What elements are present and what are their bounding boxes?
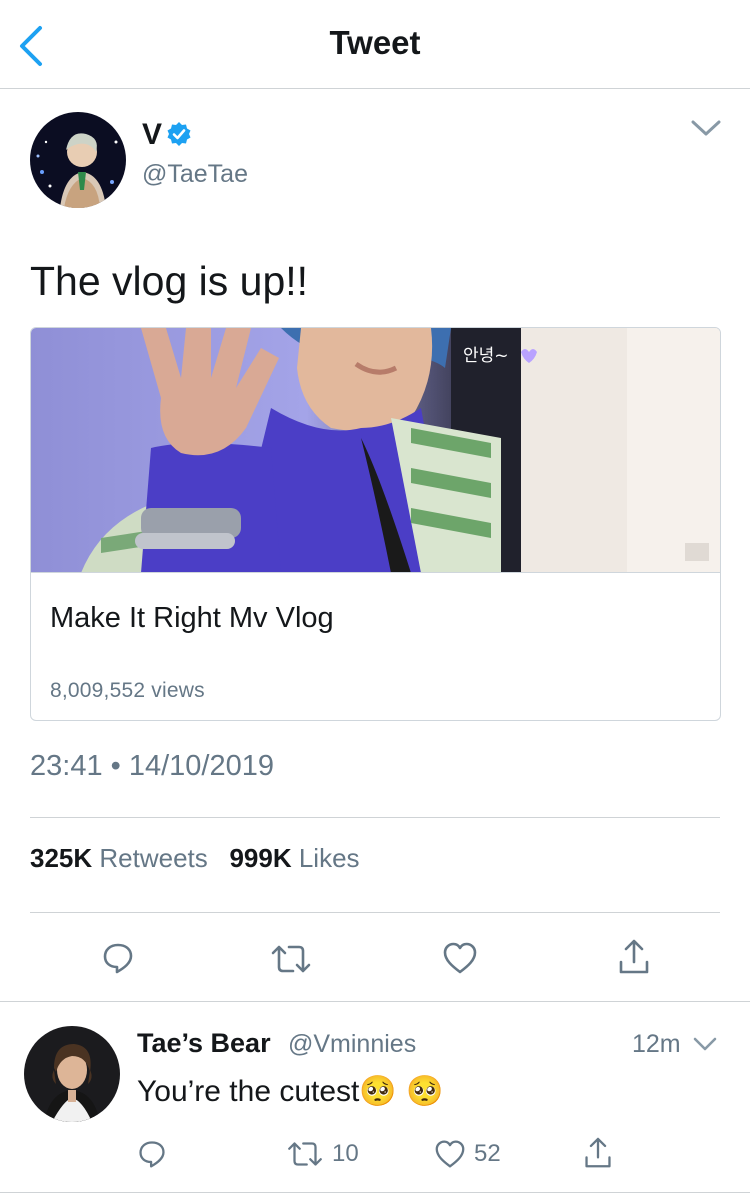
reply-emoji: 🥺 🥺 bbox=[359, 1074, 444, 1109]
retweet-button[interactable] bbox=[270, 940, 312, 978]
like-button[interactable] bbox=[440, 938, 480, 978]
video-link-card[interactable]: 안녕~ Make It Right Mv Vlog 8,009,552 view… bbox=[30, 327, 721, 721]
retweet-icon bbox=[271, 945, 311, 973]
chevron-down-icon bbox=[691, 120, 721, 136]
share-icon bbox=[585, 1137, 611, 1168]
tweet-timestamp[interactable]: 23:41 • 14/10/2019 bbox=[30, 750, 274, 783]
reply-time: 12m bbox=[632, 1030, 681, 1058]
verified-badge-icon bbox=[166, 121, 192, 147]
retweet-icon bbox=[288, 1142, 322, 1166]
reply-like-count: 52 bbox=[474, 1140, 501, 1167]
reply-options-button[interactable] bbox=[692, 1034, 718, 1054]
bottom-separator bbox=[0, 1192, 750, 1193]
author-name[interactable]: V bbox=[142, 118, 162, 152]
tweet-text: The vlog is up!! bbox=[30, 258, 309, 304]
chevron-down-icon bbox=[693, 1037, 717, 1051]
share-icon bbox=[619, 939, 649, 974]
divider bbox=[30, 817, 720, 818]
reply-button[interactable] bbox=[98, 938, 138, 978]
reply-author-handle[interactable]: @Vminnies bbox=[288, 1030, 416, 1059]
reply-author-avatar[interactable] bbox=[24, 1026, 120, 1122]
reply-text-line: You’re the cutest🥺 🥺 bbox=[137, 1074, 444, 1109]
engagement-stats: 325K Retweets 999K Likes bbox=[30, 843, 360, 874]
video-thumbnail[interactable]: 안녕~ bbox=[31, 328, 720, 573]
tweet-options-button[interactable] bbox=[690, 116, 722, 140]
reply-icon bbox=[103, 943, 133, 974]
section-separator bbox=[0, 1001, 750, 1002]
reply-retweet-count: 10 bbox=[332, 1140, 359, 1167]
card-view-count: 8,009,552 views bbox=[50, 679, 205, 702]
divider bbox=[30, 912, 720, 913]
author-avatar[interactable] bbox=[30, 112, 126, 208]
like-icon bbox=[435, 1140, 465, 1168]
overlay-text: 안녕~ bbox=[463, 346, 509, 366]
card-separator bbox=[31, 572, 720, 573]
reply-share-button[interactable] bbox=[580, 1134, 616, 1172]
retweets-count[interactable]: 325K bbox=[30, 843, 92, 873]
reply-like-button[interactable] bbox=[432, 1136, 468, 1172]
page-title: Tweet bbox=[329, 24, 421, 61]
like-icon bbox=[443, 942, 477, 974]
retweets-label[interactable]: Retweets bbox=[99, 843, 207, 873]
reply-retweet-button[interactable] bbox=[286, 1138, 324, 1170]
likes-label[interactable]: Likes bbox=[299, 843, 360, 873]
card-title[interactable]: Make It Right Mv Vlog bbox=[50, 602, 334, 635]
author-handle[interactable]: @TaeTae bbox=[142, 160, 248, 189]
reply-text: You’re the cutest bbox=[137, 1075, 360, 1108]
share-button[interactable] bbox=[614, 936, 654, 978]
reply-icon bbox=[139, 1141, 165, 1168]
reply-reply-button[interactable] bbox=[134, 1136, 170, 1172]
likes-count[interactable]: 999K bbox=[229, 843, 291, 873]
reply-author-name[interactable]: Tae’s Bear bbox=[137, 1028, 271, 1059]
